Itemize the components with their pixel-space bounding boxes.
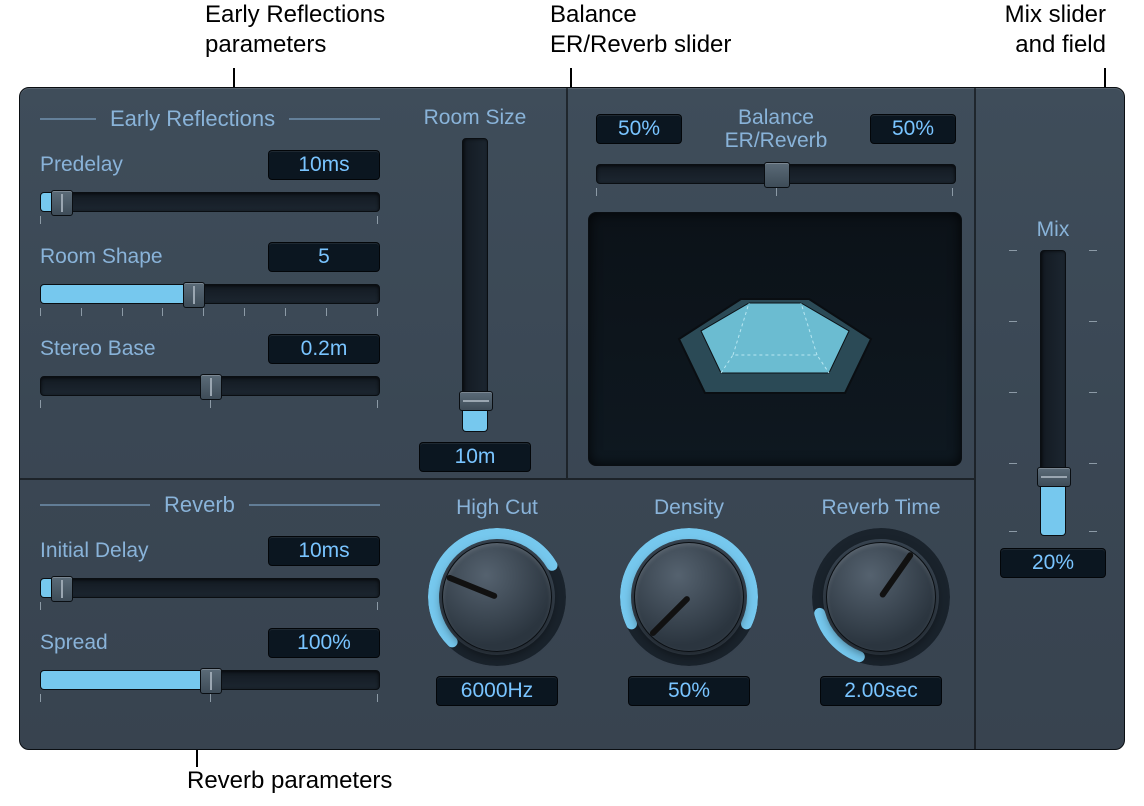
stereo-base-label: Stereo Base — [40, 337, 156, 361]
room-size-value[interactable]: 10m — [419, 442, 531, 472]
mix-label: Mix — [988, 218, 1118, 242]
high-cut-label: High Cut — [412, 496, 582, 520]
callout-mix: Mix slider and field — [946, 0, 1106, 60]
initial-delay-label: Initial Delay — [40, 539, 149, 563]
balance-slider[interactable] — [596, 164, 956, 184]
room-shape-preview — [588, 212, 962, 466]
callout-balance: Balance ER/Reverb slider — [550, 0, 810, 60]
spread-label: Spread — [40, 631, 108, 655]
room-size-label: Room Size — [400, 106, 550, 130]
reverb-plugin-panel: Early Reflections Predelay 10ms Room Sha… — [19, 87, 1125, 750]
mix-slider[interactable] — [1040, 250, 1066, 536]
reverb-time-label: Reverb Time — [796, 496, 966, 520]
stereo-base-value[interactable]: 0.2m — [268, 334, 380, 364]
callout-early-reflections: Early Reflections parameters — [205, 0, 465, 60]
stereo-base-slider[interactable] — [40, 376, 380, 396]
high-cut-value[interactable]: 6000Hz — [436, 676, 558, 706]
predelay-slider[interactable] — [40, 192, 380, 212]
initial-delay-value[interactable]: 10ms — [268, 536, 380, 566]
balance-reverb-value[interactable]: 50% — [870, 114, 956, 144]
initial-delay-slider[interactable] — [40, 578, 380, 598]
spread-value[interactable]: 100% — [268, 628, 380, 658]
room-shape-label: Room Shape — [40, 245, 163, 269]
high-cut-knob[interactable] — [428, 528, 566, 666]
mix-value[interactable]: 20% — [1000, 548, 1106, 578]
callout-reverb: Reverb parameters — [187, 766, 487, 796]
room-shape-value[interactable]: 5 — [268, 242, 380, 272]
room-shape-slider[interactable] — [40, 284, 380, 304]
density-value[interactable]: 50% — [628, 676, 750, 706]
predelay-value[interactable]: 10ms — [268, 150, 380, 180]
early-reflections-title: Early Reflections — [110, 106, 275, 132]
predelay-label: Predelay — [40, 153, 123, 177]
reverb-title: Reverb — [164, 492, 235, 518]
room-size-slider[interactable] — [462, 138, 488, 432]
density-knob[interactable] — [620, 528, 758, 666]
balance-er-value[interactable]: 50% — [596, 114, 682, 144]
density-label: Density — [604, 496, 774, 520]
spread-slider[interactable] — [40, 670, 380, 690]
reverb-time-knob[interactable] — [812, 528, 950, 666]
reverb-time-value[interactable]: 2.00sec — [820, 676, 942, 706]
balance-label: Balance ER/Reverb — [725, 106, 828, 152]
